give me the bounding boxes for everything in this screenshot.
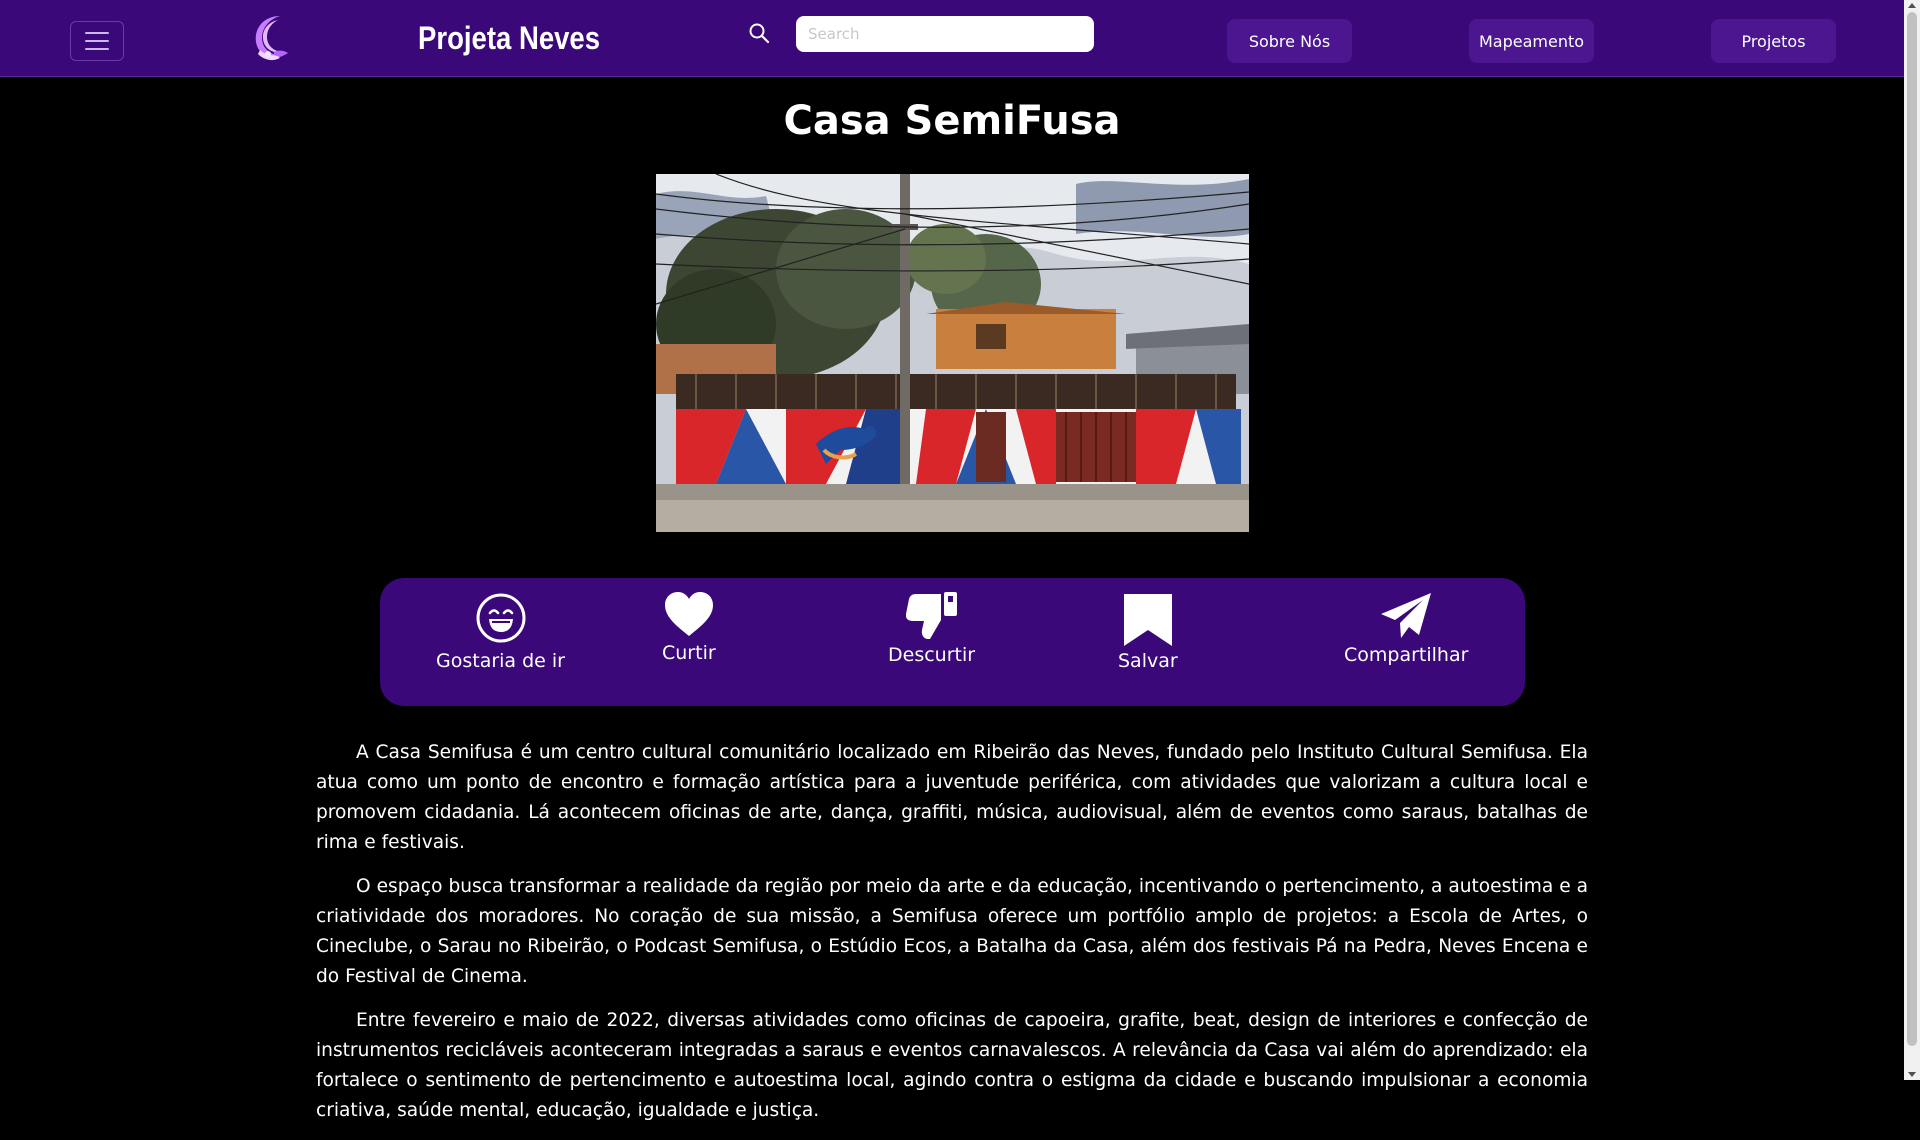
scroll-up-icon[interactable] xyxy=(1908,3,1916,8)
page-title: Casa SemiFusa xyxy=(783,98,1121,144)
action-label: Compartilhar xyxy=(1344,644,1469,666)
thumbs-down-icon xyxy=(905,592,957,639)
scroll-thumb[interactable] xyxy=(1907,12,1917,1046)
action-panel: Gostaria de ir Curtir Descurtir Salvar C… xyxy=(380,578,1525,706)
action-label: Gostaria de ir xyxy=(436,650,565,672)
bookmark-icon xyxy=(1123,594,1172,646)
venue-photo xyxy=(656,174,1249,532)
paper-plane-icon xyxy=(1381,593,1432,638)
crescent-hands-logo-icon[interactable] xyxy=(244,10,300,66)
search-icon[interactable] xyxy=(748,22,770,44)
top-navbar: Projeta Neves Sobre Nós Mapeamento Proje… xyxy=(0,0,1904,77)
action-label: Descurtir xyxy=(888,644,976,666)
description-paragraph: A Casa Semifusa é um centro cultural com… xyxy=(316,742,1588,853)
curtir-button[interactable]: Curtir xyxy=(662,592,716,664)
descurtir-button[interactable]: Descurtir xyxy=(888,592,975,666)
scroll-down-icon[interactable] xyxy=(1908,1072,1916,1077)
salvar-button[interactable]: Salvar xyxy=(1118,594,1178,672)
nav-projetos-button[interactable]: Projetos xyxy=(1711,19,1836,63)
search-input[interactable] xyxy=(796,16,1094,52)
gostaria-de-ir-button[interactable]: Gostaria de ir xyxy=(436,592,565,672)
compartilhar-button[interactable]: Compartilhar xyxy=(1344,592,1468,666)
action-label: Salvar xyxy=(1118,650,1178,672)
description-paragraph: O espaço busca transformar a realidade d… xyxy=(316,876,1588,987)
nav-sobre-nos-button[interactable]: Sobre Nós xyxy=(1227,19,1352,63)
action-label: Curtir xyxy=(662,642,716,664)
laughing-face-icon xyxy=(476,593,525,643)
vertical-scrollbar[interactable] xyxy=(1904,0,1920,1080)
description-paragraph: Entre fevereiro e maio de 2022, diversas… xyxy=(316,1010,1588,1121)
brand-title[interactable]: Projeta Neves xyxy=(418,20,600,57)
nav-mapeamento-button[interactable]: Mapeamento xyxy=(1469,19,1594,63)
heart-icon xyxy=(664,592,713,636)
hamburger-menu-icon[interactable] xyxy=(70,21,124,61)
